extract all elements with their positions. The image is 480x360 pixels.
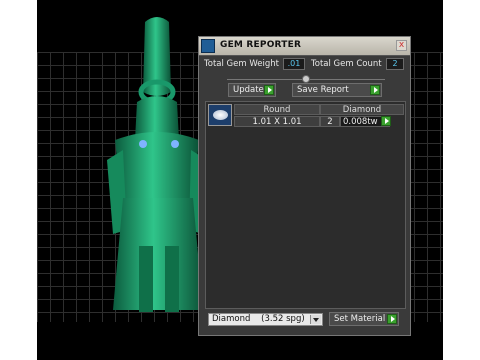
arrow-right-icon — [370, 85, 380, 95]
close-icon[interactable]: x — [396, 40, 407, 51]
round-stone-icon — [213, 110, 228, 120]
chevron-down-icon[interactable] — [310, 315, 321, 324]
column-header-shape: Round — [234, 104, 320, 115]
gem-thumbnail-icon[interactable] — [208, 104, 232, 126]
gem-list[interactable]: Round Diamond 1.01 X 1.01 2 0.008tw — [205, 101, 406, 309]
arrow-right-icon[interactable] — [381, 116, 391, 126]
gem-size-cell: 1.01 X 1.01 — [234, 116, 320, 127]
gem-reporter-icon — [201, 39, 215, 53]
set-material-button-label: Set Material — [334, 314, 386, 324]
total-gem-count-value: 2 — [386, 58, 404, 70]
save-report-button-label: Save Report — [297, 85, 349, 95]
slider-knob-icon[interactable] — [302, 75, 310, 83]
update-button[interactable]: Update — [228, 83, 276, 97]
material-select-value: Diamond (3.52 spg) — [212, 314, 305, 324]
gem-count-cell: 2 — [320, 116, 340, 127]
panel-title: GEM REPORTER — [220, 40, 302, 50]
arrow-right-icon — [264, 85, 274, 95]
total-gem-weight-value: .01 — [283, 58, 305, 70]
update-button-label: Update — [233, 85, 264, 95]
save-report-button[interactable]: Save Report — [292, 83, 382, 97]
panel-titlebar[interactable]: GEM REPORTER x — [199, 37, 410, 56]
set-material-button[interactable]: Set Material — [329, 312, 399, 326]
material-select[interactable]: Diamond (3.52 spg) — [208, 313, 323, 326]
column-header-material: Diamond — [320, 104, 404, 115]
arrow-right-icon — [387, 314, 397, 324]
gem-reporter-panel: GEM REPORTER x Total Gem Weight .01 Tota… — [198, 36, 411, 336]
total-gem-weight-label: Total Gem Weight — [204, 59, 279, 69]
total-gem-count-label: Total Gem Count — [311, 59, 382, 69]
